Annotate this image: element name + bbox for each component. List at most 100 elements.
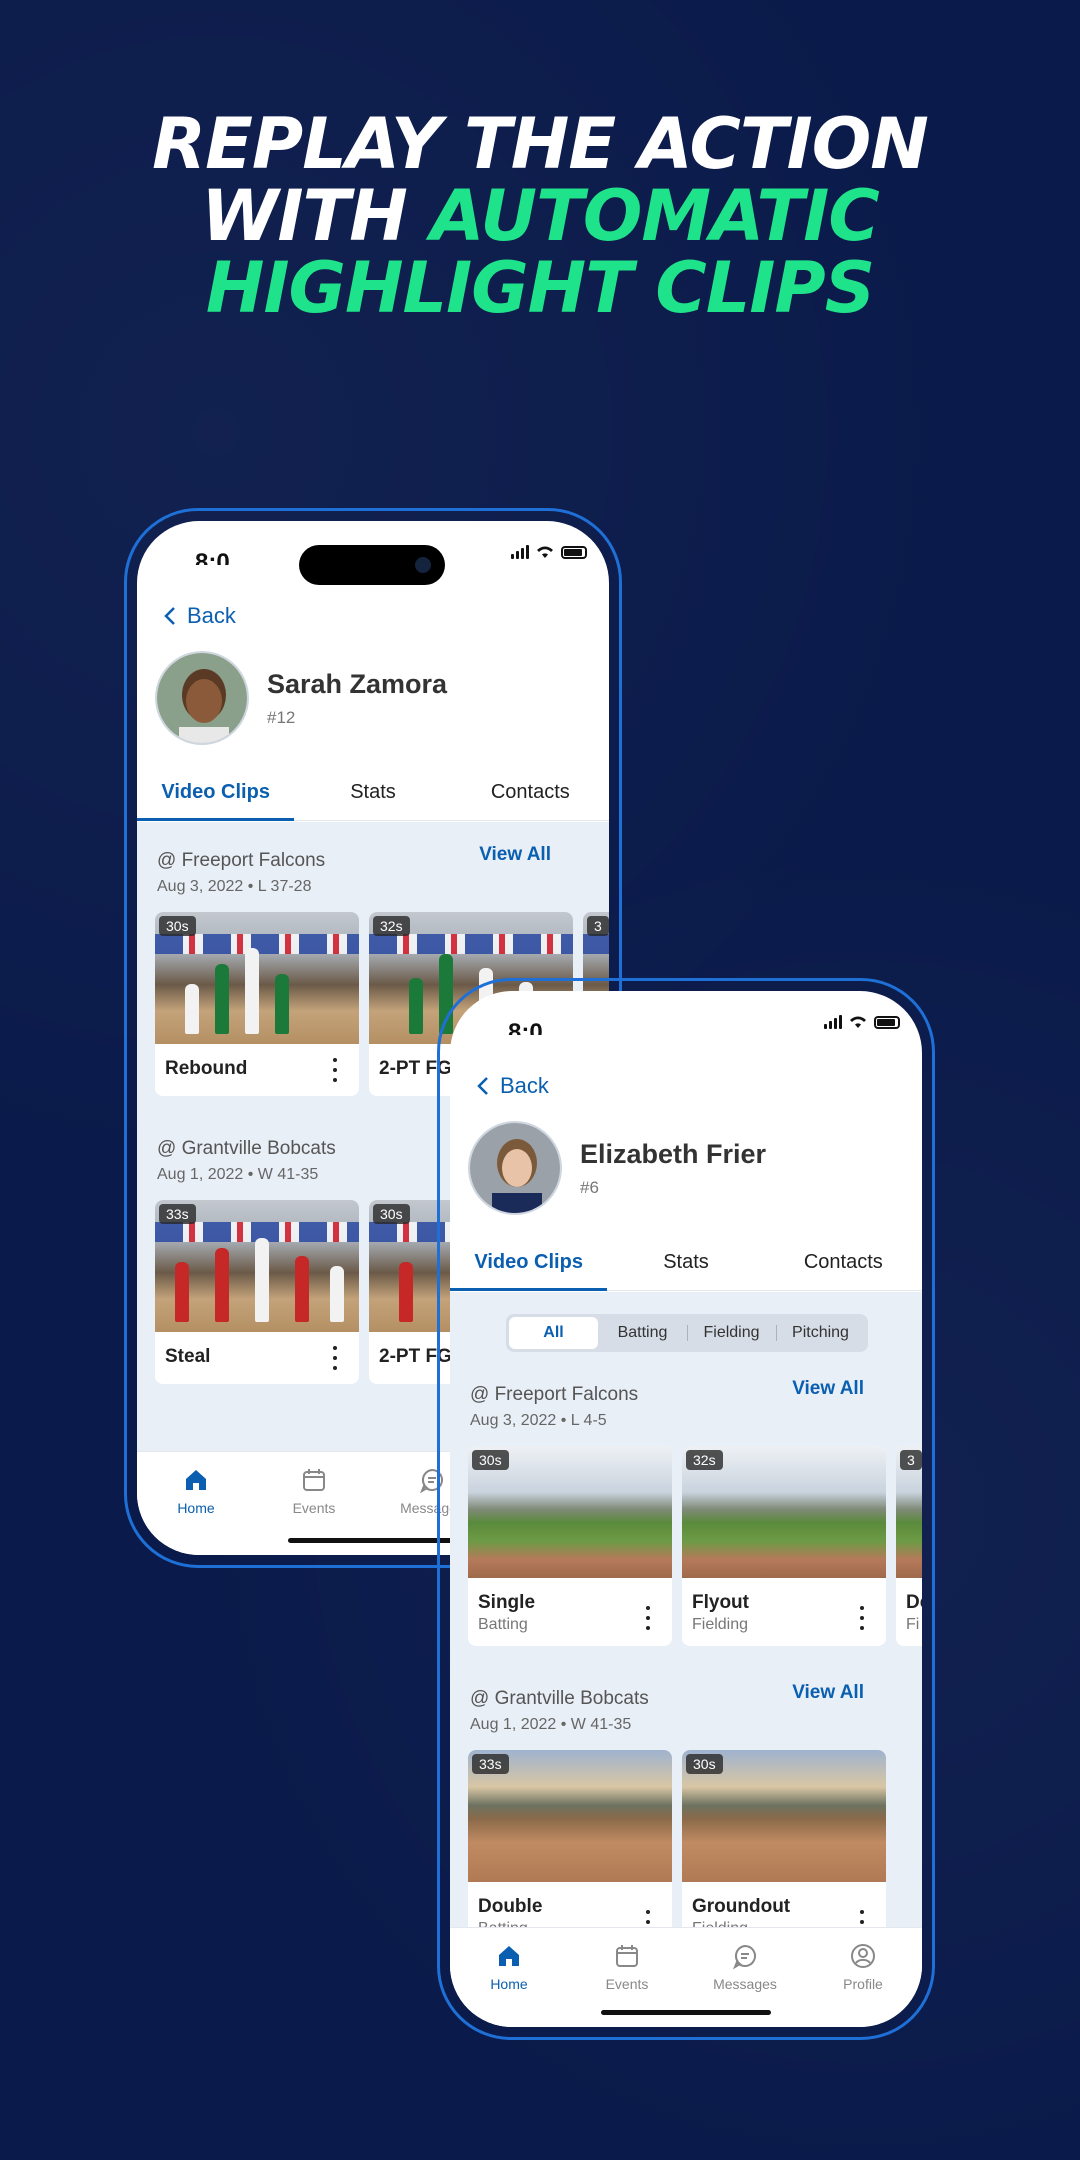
- tab-contacts[interactable]: Contacts: [452, 771, 609, 820]
- game-title: @ Grantville Bobcats: [470, 1688, 649, 1709]
- view-all-link[interactable]: View All: [792, 1682, 864, 1704]
- nav-label: Events: [292, 1500, 336, 1516]
- clips-content: All Batting Fielding Pitching @ Freeport…: [450, 1292, 922, 2027]
- clip-duration: 33s: [472, 1754, 509, 1774]
- nav-home[interactable]: Home: [137, 1452, 255, 1555]
- clip-duration: 32s: [686, 1450, 723, 1470]
- tab-contacts[interactable]: Contacts: [765, 1241, 922, 1290]
- filter-batting[interactable]: Batting: [598, 1317, 687, 1349]
- headline-line-1: REPLAY THE ACTION: [152, 103, 929, 185]
- avatar: [155, 651, 249, 745]
- clip-thumbnail: 32s: [682, 1446, 886, 1578]
- nav-label: Profile: [843, 1976, 883, 1992]
- wifi-icon: [850, 1016, 866, 1028]
- clip-label: Flyout: [692, 1592, 749, 1613]
- clip-card[interactable]: 30s Groundout Fielding: [682, 1750, 886, 1950]
- dynamic-island: [299, 545, 445, 585]
- tab-bar: Video Clips Stats Contacts: [137, 771, 609, 821]
- clip-thumbnail: 30s: [468, 1446, 672, 1578]
- nav-home[interactable]: Home: [450, 1928, 568, 2027]
- clip-duration: 30s: [159, 916, 196, 936]
- message-icon: [732, 1944, 756, 1970]
- profile-icon: [851, 1944, 875, 1968]
- category-filter: All Batting Fielding Pitching: [506, 1314, 868, 1352]
- player-name: Sarah Zamora: [267, 668, 448, 699]
- calendar-icon: [303, 1469, 325, 1491]
- clip-thumbnail: 33s: [155, 1200, 359, 1332]
- nav-label: Events: [605, 1976, 649, 1992]
- clip-row: 30s Single Batting 32s Flyout Fielding 3…: [468, 1446, 922, 1646]
- clip-card[interactable]: 30s Rebound: [155, 912, 359, 1096]
- phone-screen-2: 8:0 Back Elizabeth Frier #6 Video Clips …: [450, 991, 922, 2027]
- tab-bar: Video Clips Stats Contacts: [450, 1241, 922, 1291]
- more-options-icon[interactable]: [646, 1606, 650, 1630]
- status-time: 8:0: [508, 1019, 543, 1035]
- filter-pitching[interactable]: Pitching: [776, 1317, 865, 1349]
- clip-duration: 33s: [159, 1204, 196, 1224]
- clip-category: Fielding: [692, 1616, 749, 1633]
- player-name: Elizabeth Frier: [580, 1138, 767, 1169]
- nav-label: Home: [490, 1976, 528, 1992]
- clip-card[interactable]: 30s Single Batting: [468, 1446, 672, 1646]
- home-indicator: [601, 2010, 771, 2015]
- player-number: #6: [580, 1177, 599, 1197]
- status-time: 8:0: [195, 549, 230, 565]
- filter-fielding[interactable]: Fielding: [687, 1317, 776, 1349]
- clip-duration: 3: [900, 1450, 922, 1470]
- status-icons: [511, 545, 587, 559]
- clip-label: Groundout: [692, 1896, 791, 1917]
- clip-label: Steal: [165, 1346, 211, 1367]
- battery-icon: [561, 545, 587, 559]
- clip-category: Fi: [906, 1616, 920, 1633]
- clip-row: 33s Double Batting 30s Groundout Fieldin…: [468, 1750, 886, 1950]
- nav-label: Home: [177, 1500, 215, 1516]
- nav-label: Messages: [713, 1976, 777, 1992]
- battery-icon: [874, 1015, 900, 1029]
- headline-line-2: WITH AUTOMATIC: [0, 180, 1080, 252]
- clip-card[interactable]: 33s Steal: [155, 1200, 359, 1384]
- view-all-link[interactable]: View All: [479, 844, 551, 866]
- clip-label: Rebound: [165, 1058, 248, 1079]
- filter-all[interactable]: All: [509, 1317, 598, 1349]
- more-options-icon[interactable]: [333, 1058, 337, 1082]
- player-header: Sarah Zamora #12: [155, 651, 447, 745]
- headline-line-3: HIGHLIGHT CLIPS: [205, 247, 875, 329]
- view-all-link[interactable]: View All: [792, 1378, 864, 1400]
- game-title: @ Grantville Bobcats: [157, 1138, 336, 1159]
- clip-duration: 30s: [686, 1754, 723, 1774]
- home-icon: [499, 1946, 519, 1966]
- clip-duration: 32s: [373, 916, 410, 936]
- headline-line-2-green: AUTOMATIC: [430, 175, 879, 257]
- tab-stats[interactable]: Stats: [294, 771, 451, 820]
- phone-mockup-2: 8:0 Back Elizabeth Frier #6 Video Clips …: [437, 978, 935, 2040]
- avatar: [468, 1121, 562, 1215]
- headline: REPLAY THE ACTION WITH AUTOMATIC HIGHLIG…: [0, 108, 1080, 324]
- clip-card[interactable]: 32s Flyout Fielding: [682, 1446, 886, 1646]
- clip-thumbnail: 30s: [682, 1750, 886, 1882]
- back-label: Back: [500, 1073, 549, 1098]
- game-subtitle: Aug 3, 2022 • L 4-5: [470, 1412, 607, 1429]
- tab-stats[interactable]: Stats: [607, 1241, 764, 1290]
- status-bar: 8:0: [450, 991, 922, 1061]
- clip-duration: 3: [587, 916, 609, 936]
- tab-video-clips[interactable]: Video Clips: [450, 1241, 608, 1291]
- game-title: @ Freeport Falcons: [470, 1384, 639, 1405]
- tab-video-clips[interactable]: Video Clips: [137, 771, 295, 821]
- wifi-icon: [537, 546, 553, 558]
- home-indicator: [288, 1538, 458, 1543]
- status-bar: 8:0: [137, 521, 609, 591]
- nav-profile[interactable]: Profile: [804, 1928, 922, 2027]
- back-button[interactable]: Back: [476, 1073, 549, 1099]
- signal-icon: [824, 1015, 842, 1029]
- player-header: Elizabeth Frier #6: [468, 1121, 766, 1215]
- clip-card[interactable]: 33s Double Batting: [468, 1750, 672, 1950]
- game-subtitle: Aug 1, 2022 • W 41-35: [157, 1166, 319, 1183]
- more-options-icon[interactable]: [333, 1346, 337, 1370]
- back-button[interactable]: Back: [163, 603, 236, 629]
- clip-card[interactable]: 3 De Fi: [896, 1446, 922, 1646]
- clip-thumbnail: 30s: [155, 912, 359, 1044]
- more-options-icon[interactable]: [860, 1606, 864, 1630]
- calendar-icon: [616, 1945, 638, 1967]
- back-label: Back: [187, 603, 236, 628]
- headline-line-2-white: WITH: [201, 175, 431, 257]
